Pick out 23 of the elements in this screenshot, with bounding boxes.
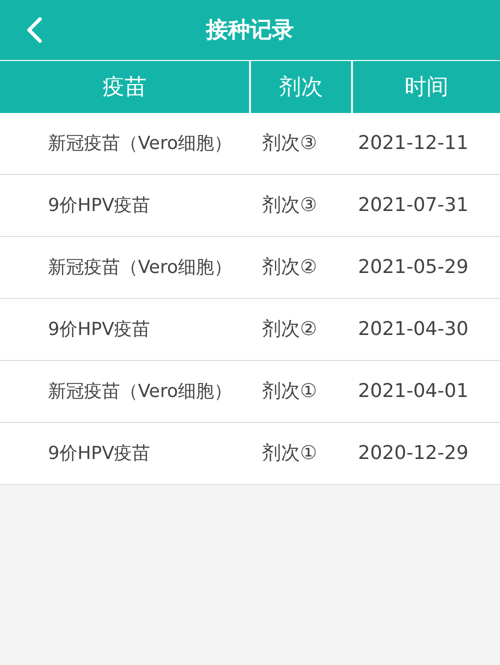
- dose-cell-text: 剂次①: [261, 379, 318, 404]
- vaccine-cell-text: 新冠疫苗（Vero细胞）: [47, 132, 234, 156]
- date-cell-text: 2021-05-29: [357, 255, 470, 280]
- dose-cell-text: 剂次①: [261, 441, 318, 466]
- dose-cell-text: 剂次③: [261, 131, 318, 156]
- dose-cell-text: 剂次②: [261, 317, 318, 342]
- date-cell-text: 2020-12-29: [357, 441, 470, 466]
- vaccine-cell-text: 9价HPV疫苗: [47, 318, 152, 342]
- date-cell-text: 2021-04-01: [357, 379, 470, 404]
- dose-cell-text: 剂次②: [261, 255, 318, 280]
- page-title: 接种记录: [206, 16, 294, 44]
- column-header: 疫苗: [0, 61, 249, 113]
- date-cell-text: 2021-07-31: [357, 193, 470, 218]
- date-cell-text: 2021-12-11: [357, 131, 470, 156]
- column-header: 时间: [353, 61, 500, 113]
- vaccine-cell-text: 9价HPV疫苗: [47, 194, 152, 218]
- column-header: 剂次: [251, 61, 351, 113]
- vaccine-cell-text: 9价HPV疫苗: [47, 442, 152, 466]
- vaccine-cell-text: 新冠疫苗（Vero细胞）: [47, 380, 234, 404]
- vaccine-cell-text: 新冠疫苗（Vero细胞）: [47, 256, 234, 280]
- dose-cell-text: 剂次③: [261, 193, 318, 218]
- back-icon: [25, 16, 43, 44]
- date-cell-text: 2021-04-30: [357, 317, 470, 342]
